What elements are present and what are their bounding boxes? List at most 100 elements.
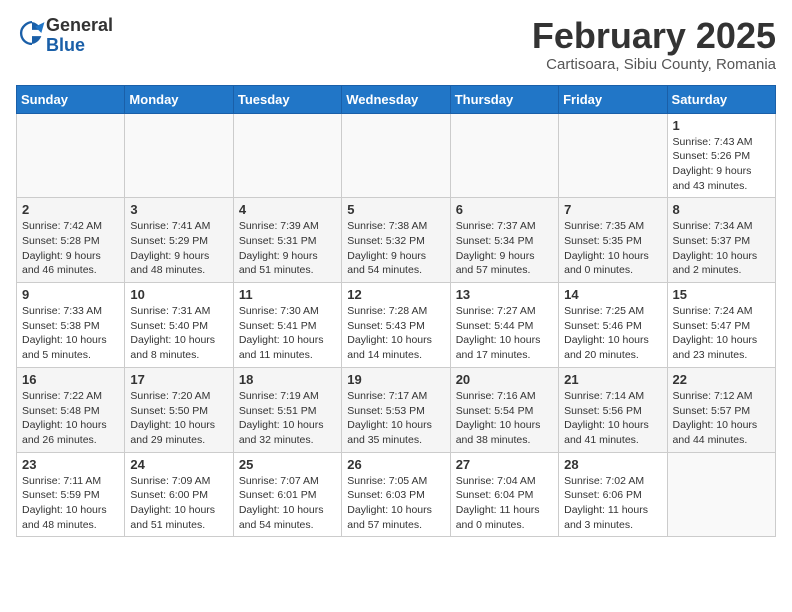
day-info: Sunrise: 7:41 AM Sunset: 5:29 PM Dayligh… bbox=[130, 219, 227, 278]
day-number: 25 bbox=[239, 457, 336, 472]
day-info: Sunrise: 7:14 AM Sunset: 5:56 PM Dayligh… bbox=[564, 389, 661, 448]
day-number: 28 bbox=[564, 457, 661, 472]
calendar-week-5: 23 Sunrise: 7:11 AM Sunset: 5:59 PM Dayli… bbox=[17, 452, 776, 537]
calendar-cell bbox=[559, 113, 667, 198]
day-number: 17 bbox=[130, 372, 227, 387]
weekday-header-sunday: Sunday bbox=[17, 85, 125, 113]
day-number: 18 bbox=[239, 372, 336, 387]
day-info: Sunrise: 7:17 AM Sunset: 5:53 PM Dayligh… bbox=[347, 389, 444, 448]
weekday-header-row: SundayMondayTuesdayWednesdayThursdayFrid… bbox=[17, 85, 776, 113]
calendar-week-1: 1 Sunrise: 7:43 AM Sunset: 5:26 PM Daylig… bbox=[17, 113, 776, 198]
day-number: 23 bbox=[22, 457, 119, 472]
logo-blue-text: Blue bbox=[46, 35, 85, 55]
calendar-cell: 19 Sunrise: 7:17 AM Sunset: 5:53 PM Dayli… bbox=[342, 367, 450, 452]
weekday-header-wednesday: Wednesday bbox=[342, 85, 450, 113]
day-info: Sunrise: 7:39 AM Sunset: 5:31 PM Dayligh… bbox=[239, 219, 336, 278]
calendar-cell: 16 Sunrise: 7:22 AM Sunset: 5:48 PM Dayli… bbox=[17, 367, 125, 452]
weekday-header-thursday: Thursday bbox=[450, 85, 558, 113]
day-info: Sunrise: 7:42 AM Sunset: 5:28 PM Dayligh… bbox=[22, 219, 119, 278]
day-info: Sunrise: 7:34 AM Sunset: 5:37 PM Dayligh… bbox=[673, 219, 770, 278]
day-number: 14 bbox=[564, 287, 661, 302]
day-number: 10 bbox=[130, 287, 227, 302]
day-info: Sunrise: 7:38 AM Sunset: 5:32 PM Dayligh… bbox=[347, 219, 444, 278]
day-number: 13 bbox=[456, 287, 553, 302]
calendar-cell bbox=[17, 113, 125, 198]
day-number: 6 bbox=[456, 202, 553, 217]
calendar-cell: 20 Sunrise: 7:16 AM Sunset: 5:54 PM Dayli… bbox=[450, 367, 558, 452]
calendar-cell bbox=[342, 113, 450, 198]
weekday-header-tuesday: Tuesday bbox=[233, 85, 341, 113]
day-number: 16 bbox=[22, 372, 119, 387]
day-info: Sunrise: 7:05 AM Sunset: 6:03 PM Dayligh… bbox=[347, 474, 444, 533]
calendar-cell: 28 Sunrise: 7:02 AM Sunset: 6:06 PM Dayli… bbox=[559, 452, 667, 537]
day-number: 2 bbox=[22, 202, 119, 217]
day-number: 3 bbox=[130, 202, 227, 217]
calendar-cell: 11 Sunrise: 7:30 AM Sunset: 5:41 PM Dayli… bbox=[233, 283, 341, 368]
day-info: Sunrise: 7:35 AM Sunset: 5:35 PM Dayligh… bbox=[564, 219, 661, 278]
logo-icon bbox=[18, 19, 46, 47]
day-number: 5 bbox=[347, 202, 444, 217]
location-subtitle: Cartisoara, Sibiu County, Romania bbox=[532, 56, 776, 73]
weekday-header-monday: Monday bbox=[125, 85, 233, 113]
calendar-cell: 17 Sunrise: 7:20 AM Sunset: 5:50 PM Dayli… bbox=[125, 367, 233, 452]
day-info: Sunrise: 7:09 AM Sunset: 6:00 PM Dayligh… bbox=[130, 474, 227, 533]
calendar-cell: 7 Sunrise: 7:35 AM Sunset: 5:35 PM Daylig… bbox=[559, 198, 667, 283]
day-info: Sunrise: 7:33 AM Sunset: 5:38 PM Dayligh… bbox=[22, 304, 119, 363]
calendar-week-3: 9 Sunrise: 7:33 AM Sunset: 5:38 PM Daylig… bbox=[17, 283, 776, 368]
day-info: Sunrise: 7:31 AM Sunset: 5:40 PM Dayligh… bbox=[130, 304, 227, 363]
calendar-cell: 18 Sunrise: 7:19 AM Sunset: 5:51 PM Dayli… bbox=[233, 367, 341, 452]
day-info: Sunrise: 7:30 AM Sunset: 5:41 PM Dayligh… bbox=[239, 304, 336, 363]
calendar-cell bbox=[125, 113, 233, 198]
day-info: Sunrise: 7:37 AM Sunset: 5:34 PM Dayligh… bbox=[456, 219, 553, 278]
calendar-cell: 5 Sunrise: 7:38 AM Sunset: 5:32 PM Daylig… bbox=[342, 198, 450, 283]
day-info: Sunrise: 7:07 AM Sunset: 6:01 PM Dayligh… bbox=[239, 474, 336, 533]
day-info: Sunrise: 7:22 AM Sunset: 5:48 PM Dayligh… bbox=[22, 389, 119, 448]
calendar-cell bbox=[233, 113, 341, 198]
logo: General Blue bbox=[16, 16, 113, 56]
day-info: Sunrise: 7:20 AM Sunset: 5:50 PM Dayligh… bbox=[130, 389, 227, 448]
day-number: 26 bbox=[347, 457, 444, 472]
calendar-cell: 14Sunrise: 7:25 AM Sunset: 5:46 PM Dayli… bbox=[559, 283, 667, 368]
day-number: 1 bbox=[673, 118, 770, 133]
calendar-cell bbox=[450, 113, 558, 198]
day-info: Sunrise: 7:16 AM Sunset: 5:54 PM Dayligh… bbox=[456, 389, 553, 448]
weekday-header-saturday: Saturday bbox=[667, 85, 775, 113]
calendar-cell: 3 Sunrise: 7:41 AM Sunset: 5:29 PM Daylig… bbox=[125, 198, 233, 283]
calendar-week-4: 16 Sunrise: 7:22 AM Sunset: 5:48 PM Dayli… bbox=[17, 367, 776, 452]
calendar-cell: 25 Sunrise: 7:07 AM Sunset: 6:01 PM Dayli… bbox=[233, 452, 341, 537]
calendar-cell bbox=[667, 452, 775, 537]
calendar-cell: 8 Sunrise: 7:34 AM Sunset: 5:37 PM Daylig… bbox=[667, 198, 775, 283]
day-number: 20 bbox=[456, 372, 553, 387]
day-number: 21 bbox=[564, 372, 661, 387]
day-number: 19 bbox=[347, 372, 444, 387]
calendar-cell: 12 Sunrise: 7:28 AM Sunset: 5:43 PM Dayli… bbox=[342, 283, 450, 368]
weekday-header-friday: Friday bbox=[559, 85, 667, 113]
day-info: Sunrise: 7:28 AM Sunset: 5:43 PM Dayligh… bbox=[347, 304, 444, 363]
day-info: Sunrise: 7:19 AM Sunset: 5:51 PM Dayligh… bbox=[239, 389, 336, 448]
calendar-cell: 24Sunrise: 7:09 AM Sunset: 6:00 PM Dayli… bbox=[125, 452, 233, 537]
day-number: 9 bbox=[22, 287, 119, 302]
day-number: 7 bbox=[564, 202, 661, 217]
day-number: 11 bbox=[239, 287, 336, 302]
day-info: Sunrise: 7:43 AM Sunset: 5:26 PM Dayligh… bbox=[673, 135, 770, 194]
calendar-cell: 27 Sunrise: 7:04 AM Sunset: 6:04 PM Dayli… bbox=[450, 452, 558, 537]
calendar-cell: 9 Sunrise: 7:33 AM Sunset: 5:38 PM Daylig… bbox=[17, 283, 125, 368]
day-number: 4 bbox=[239, 202, 336, 217]
calendar-week-2: 2 Sunrise: 7:42 AM Sunset: 5:28 PM Daylig… bbox=[17, 198, 776, 283]
calendar-cell: 15Sunrise: 7:24 AM Sunset: 5:47 PM Dayli… bbox=[667, 283, 775, 368]
page-header: General Blue February 2025 Cartisoara, S… bbox=[16, 16, 776, 73]
calendar-cell: 2 Sunrise: 7:42 AM Sunset: 5:28 PM Daylig… bbox=[17, 198, 125, 283]
day-number: 27 bbox=[456, 457, 553, 472]
day-number: 22 bbox=[673, 372, 770, 387]
day-info: Sunrise: 7:27 AM Sunset: 5:44 PM Dayligh… bbox=[456, 304, 553, 363]
day-info: Sunrise: 7:04 AM Sunset: 6:04 PM Dayligh… bbox=[456, 474, 553, 533]
calendar-cell: 6 Sunrise: 7:37 AM Sunset: 5:34 PM Daylig… bbox=[450, 198, 558, 283]
calendar-cell: 26 Sunrise: 7:05 AM Sunset: 6:03 PM Dayli… bbox=[342, 452, 450, 537]
day-info: Sunrise: 7:11 AM Sunset: 5:59 PM Dayligh… bbox=[22, 474, 119, 533]
day-info: Sunrise: 7:02 AM Sunset: 6:06 PM Dayligh… bbox=[564, 474, 661, 533]
day-number: 8 bbox=[673, 202, 770, 217]
day-number: 12 bbox=[347, 287, 444, 302]
calendar-cell: 23 Sunrise: 7:11 AM Sunset: 5:59 PM Dayli… bbox=[17, 452, 125, 537]
calendar-cell: 1 Sunrise: 7:43 AM Sunset: 5:26 PM Daylig… bbox=[667, 113, 775, 198]
calendar-cell: 22Sunrise: 7:12 AM Sunset: 5:57 PM Dayli… bbox=[667, 367, 775, 452]
